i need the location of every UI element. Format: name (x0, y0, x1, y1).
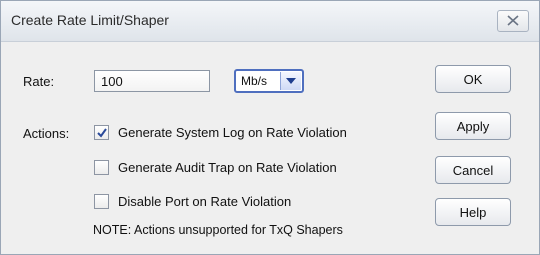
system-log-checkbox[interactable] (94, 125, 109, 140)
disable-port-checkbox[interactable] (94, 194, 109, 209)
apply-button[interactable]: Apply (435, 112, 511, 140)
disable-port-label: Disable Port on Rate Violation (118, 194, 292, 209)
checkmark-icon (97, 128, 107, 138)
audit-trap-label: Generate Audit Trap on Rate Violation (118, 160, 337, 175)
rate-unit-select[interactable]: Mb/s (234, 69, 304, 93)
close-button[interactable] (497, 10, 529, 32)
rate-input[interactable] (94, 70, 210, 92)
title-bar: Create Rate Limit/Shaper (1, 1, 539, 42)
close-x-icon (507, 15, 519, 26)
actions-label: Actions: (23, 126, 70, 141)
actions-note: NOTE: Actions unsupported for TxQ Shaper… (93, 223, 343, 237)
dialog-title: Create Rate Limit/Shaper (11, 12, 169, 28)
cancel-button[interactable]: Cancel (435, 156, 511, 184)
chevron-down-icon (286, 78, 296, 84)
create-rate-limit-dialog: Create Rate Limit/Shaper Rate: Mb/s Acti… (0, 0, 540, 255)
ok-button[interactable]: OK (435, 65, 511, 93)
audit-trap-checkbox[interactable] (94, 160, 109, 175)
rate-label: Rate: (23, 74, 55, 89)
system-log-label: Generate System Log on Rate Violation (118, 125, 347, 140)
help-button[interactable]: Help (435, 198, 511, 226)
rate-unit-value: Mb/s (241, 74, 268, 88)
rate-unit-dropdown-button[interactable] (280, 72, 301, 90)
